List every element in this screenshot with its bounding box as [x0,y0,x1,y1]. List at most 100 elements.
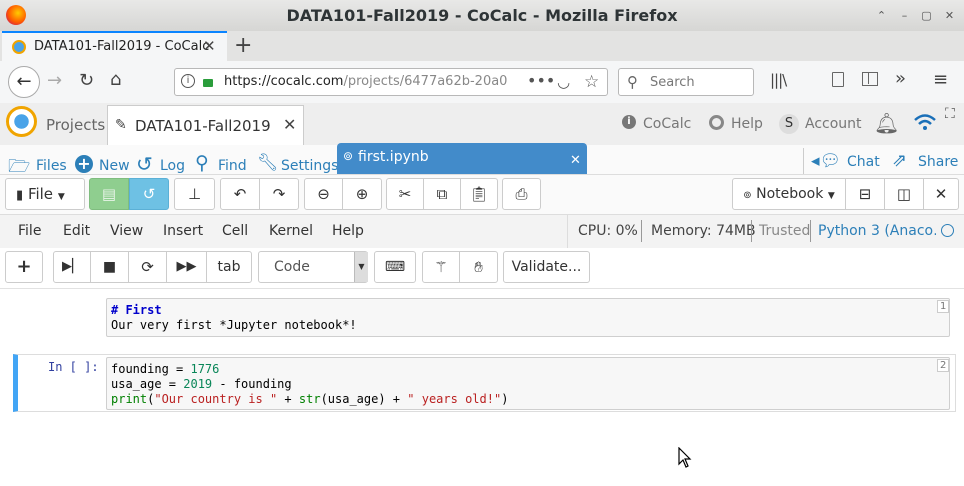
forward-arrow-icon[interactable]: → [47,70,62,91]
browser-tab[interactable]: DATA101-Fall2019 - CoCalc ✕ [2,31,227,61]
split-vertical-button[interactable]: ◫ [884,178,924,210]
redo-icon: ↷ [272,185,286,203]
info-icon[interactable]: i [181,74,195,88]
menu-edit[interactable]: Edit [63,223,90,239]
fullscreen-icon[interactable]: ⛶ [945,106,955,122]
search-find-icon: ⚲ [195,152,209,174]
undo-button[interactable]: ↶ [220,178,260,210]
zoom-in-button[interactable]: ⊕ [342,178,382,210]
copy-button[interactable]: ⧉ [423,178,461,210]
menu-cell[interactable]: Cell [222,223,248,239]
find-tab[interactable]: Find [218,158,247,174]
window-maximize-icon[interactable]: ▢ [918,7,935,24]
zoom-out-icon: ⊖ [317,185,330,203]
window-minimize-icon[interactable]: – [896,7,913,24]
url-bar[interactable]: i https://cocalc.com/projects/6477a62b-2… [174,68,608,96]
tab-button[interactable]: tab [206,251,252,283]
file-dropdown[interactable]: ▮ File ▼ [5,178,85,210]
sidebar-icon[interactable] [862,72,878,86]
outline-button[interactable]: ⊥ [174,178,215,210]
menu-help[interactable]: Help [332,223,364,239]
sitemap-icon: ⊥ [187,185,202,203]
trusted-status[interactable]: Trusted [759,223,810,239]
projects-link[interactable]: Projects [46,116,105,134]
kernel-name[interactable]: Python 3 (Anaco… [818,223,936,239]
url-text: https://cocalc.com/projects/6477a62b-20a… [224,74,508,89]
cocalc-logo-icon[interactable] [6,106,37,137]
reload-icon[interactable]: ↻ [79,70,94,91]
library-icon[interactable]: |||\ [770,71,787,89]
divider [567,214,568,248]
page-actions-icon[interactable]: ••• [527,71,555,90]
divider [810,220,811,242]
notebook-frame-dropdown[interactable]: ⊚ Notebook ▼ [732,178,846,210]
menu-view[interactable]: View [110,223,143,239]
close-tab-icon[interactable]: ✕ [203,37,216,55]
project-tab[interactable]: ✎ DATA101-Fall2019 ✕ [107,105,304,145]
fast-forward-icon: ▶▶ [176,259,197,274]
redo-button[interactable]: ↷ [259,178,299,210]
validate-button[interactable]: Validate... [503,251,590,283]
menu-kernel[interactable]: Kernel [269,223,313,239]
restart-kernel-button[interactable]: ⟳ [128,251,167,283]
run-all-button[interactable]: ▶▶ [166,251,207,283]
overflow-chevrons-icon[interactable]: » [895,68,906,89]
code-line: print("Our country is " + str(usa_age) +… [111,392,509,406]
cell-type-value: Code [274,259,310,275]
log-tab[interactable]: Log [160,158,185,174]
cut-button[interactable]: ✂ [386,178,424,210]
print-button[interactable]: ⎙ [502,178,541,210]
insert-cell-button[interactable]: + [5,251,43,283]
timetravel-button[interactable]: ↺ [129,178,169,210]
chat-button[interactable]: Chat [847,154,880,170]
hamburger-menu-icon[interactable]: ≡ [933,69,948,90]
cell-number: 1 [937,300,950,313]
pocket-icon[interactable]: ◡ [557,73,570,91]
step-forward-icon: ▶▏ [62,259,82,274]
search-placeholder: Search [650,75,695,90]
print-icon: ⎙ [515,185,528,203]
code-editor[interactable]: founding = 1776 usa_age = 2019 - foundin… [106,357,950,410]
search-input[interactable]: ⚲ Search [618,68,754,96]
hand-button[interactable]: ✋︎ [459,251,498,283]
interrupt-kernel-button[interactable]: ■ [90,251,129,283]
menu-file[interactable]: File [18,223,41,239]
markdown-cell[interactable]: # First Our very first *Jupyter notebook… [106,298,950,337]
split-horizontal-button[interactable]: ⊟ [845,178,885,210]
run-cell-button[interactable]: ▶▏ [53,251,91,283]
refresh-icon: ⟳ [141,258,154,276]
cocalc-link[interactable]: CoCalc [643,116,691,132]
new-tab-button[interactable]: New [99,158,130,174]
file-doc-icon: ▮ [16,188,24,203]
share-button[interactable]: Share [918,154,958,170]
memory-usage: Memory: 74MB [651,223,756,239]
cell-type-select[interactable]: Code ▼ [258,251,368,283]
zoom-out-button[interactable]: ⊖ [304,178,343,210]
window-up-icon[interactable]: ⌃ [873,7,890,24]
bell-icon[interactable]: 🔔︎ [874,111,899,135]
settings-tab[interactable]: Settings [281,158,338,174]
info-circle-icon: i [622,115,636,129]
select-arrow-icon: ▼ [354,252,368,282]
back-arrow-icon[interactable]: ← [8,66,40,98]
avatar[interactable]: S [779,114,799,134]
new-tab-icon[interactable]: + [234,33,252,58]
home-icon[interactable]: ⌂ [110,69,121,90]
window-close-icon[interactable]: ✕ [941,7,958,24]
help-link[interactable]: Help [731,116,763,132]
bookmark-star-icon[interactable]: ☆ [584,72,599,92]
close-file-icon[interactable]: ✕ [570,153,581,168]
format-button[interactable]: ⚚ [422,251,460,283]
close-frame-button[interactable]: ✕ [923,178,959,210]
file-tab-first-ipynb[interactable]: ⊚ first.ipynb ✕ [337,143,587,174]
save-button[interactable]: ▤ [89,178,129,210]
close-project-icon[interactable]: ✕ [283,115,296,134]
files-tab[interactable]: Files [36,158,67,174]
menu-insert[interactable]: Insert [163,223,203,239]
keyboard-shortcuts-button[interactable]: ⌨ [374,251,416,283]
cell-number: 2 [937,359,950,372]
reader-icon[interactable] [832,72,844,87]
paste-button[interactable]: 📋︎ [460,178,498,210]
divider [751,220,752,242]
account-link[interactable]: Account [805,116,862,132]
